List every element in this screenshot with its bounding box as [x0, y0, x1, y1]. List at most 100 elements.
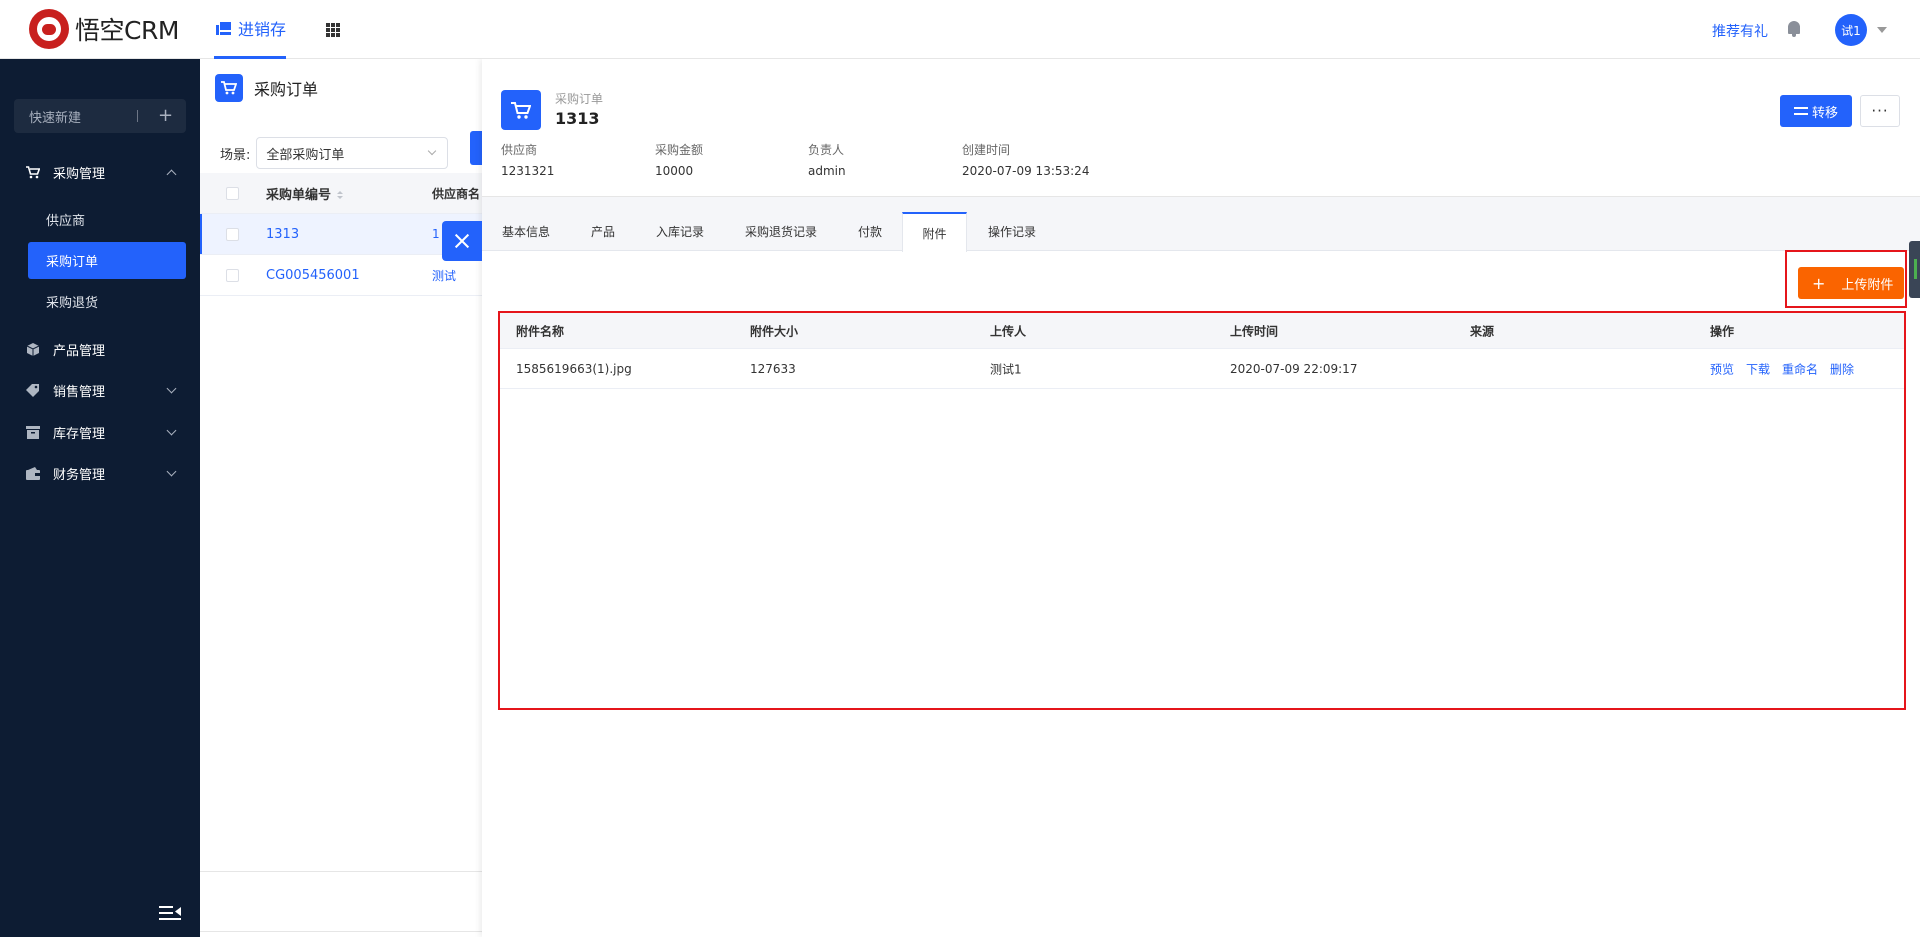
- logo[interactable]: 悟空CRM: [29, 9, 179, 49]
- sidebar-group-label: 产品管理: [53, 343, 106, 359]
- sidebar-group-label: 采购管理: [53, 166, 106, 182]
- table-header-row: 采购单编号 供应商名: [200, 173, 482, 214]
- meta-value: 10000: [655, 164, 694, 178]
- sidebar-item-purchase-return[interactable]: 采购退货: [28, 283, 186, 320]
- tab-products[interactable]: 产品: [591, 212, 615, 251]
- rename-link[interactable]: 重命名: [1782, 360, 1818, 377]
- chevron-down-icon: [166, 383, 177, 394]
- table-row[interactable]: 1313 1: [200, 214, 482, 255]
- table-row: 1585619663(1).jpg 127633 测试1 2020-07-09 …: [498, 349, 1906, 389]
- collapse-menu-icon[interactable]: [159, 906, 181, 920]
- detail-drawer: 采购订单 1313 转移 ··· 供应商 1231321 采购金额 10000 …: [482, 59, 1920, 937]
- attachment-uploader: 测试1: [990, 362, 1022, 376]
- attachment-name: 1585619663(1).jpg: [516, 361, 632, 376]
- more-button[interactable]: ···: [1860, 95, 1900, 127]
- bell-icon[interactable]: [1786, 20, 1802, 38]
- attachment-table: 附件名称 附件大小 上传人 上传时间 来源 操作 1585619663(1).j…: [498, 313, 1906, 389]
- attachment-size: 127633: [750, 361, 796, 376]
- quick-new-button[interactable]: 快速新建 +: [14, 99, 186, 133]
- detail-tabs: 基本信息 产品 入库记录 采购退货记录 付款 附件 操作记录: [482, 212, 1920, 252]
- upload-attachment-button[interactable]: + 上传附件: [1798, 267, 1904, 299]
- logo-text: 悟空CRM: [75, 16, 179, 45]
- meta-created-time: 创建时间 2020-07-09 13:53:24: [962, 141, 1089, 178]
- column-header-upload-time: 上传时间: [1230, 324, 1279, 338]
- sidebar-group-label: 库存管理: [53, 426, 106, 442]
- scene-label: 场景:: [220, 147, 251, 163]
- sidebar-group-inventory[interactable]: 库存管理: [0, 412, 200, 452]
- column-header-actions: 操作: [1710, 324, 1735, 338]
- chevron-down-icon: [166, 425, 177, 436]
- tab-basic-info[interactable]: 基本信息: [502, 212, 550, 251]
- column-header-source: 来源: [1470, 324, 1495, 338]
- record-type-label: 采购订单: [555, 92, 604, 106]
- chevron-down-icon: [166, 466, 177, 477]
- table-row[interactable]: CG005456001 测试: [200, 255, 482, 296]
- page-title: 采购订单: [254, 80, 319, 99]
- sidebar-group-purchase[interactable]: 采购管理: [0, 152, 200, 192]
- side-scroll-handle[interactable]: [1909, 241, 1920, 298]
- sort-icon[interactable]: [337, 190, 344, 200]
- sidebar-group-product[interactable]: 产品管理: [0, 329, 200, 369]
- sidebar-item-supplier[interactable]: 供应商: [28, 201, 186, 238]
- select-all-checkbox[interactable]: [226, 187, 239, 200]
- meta-key: 创建时间: [962, 143, 1011, 157]
- apps-grid-icon[interactable]: [326, 23, 340, 37]
- list-panel: 采购订单 场景: 全部采购订单 采购单编号 供应商名 1313 1 CG0054…: [200, 59, 484, 937]
- order-code-link[interactable]: CG005456001: [266, 268, 360, 283]
- tab-return-records[interactable]: 采购退货记录: [745, 212, 817, 251]
- meta-key: 采购金额: [655, 143, 704, 157]
- scene-filter: 场景: 全部采购订单: [220, 137, 449, 169]
- delete-link[interactable]: 删除: [1830, 360, 1854, 377]
- monkey-logo-icon: [29, 9, 69, 49]
- tag-icon: [26, 383, 40, 397]
- sidebar-group-finance[interactable]: 财务管理: [0, 453, 200, 493]
- list-header: 采购订单: [215, 74, 318, 102]
- sidebar-group-sales[interactable]: 销售管理: [0, 370, 200, 410]
- wallet-icon: [26, 466, 40, 480]
- tab-attachments[interactable]: 附件: [902, 212, 967, 252]
- avatar[interactable]: 试1: [1835, 14, 1867, 46]
- meta-value: 1231321: [501, 164, 555, 178]
- meta-value: 2020-07-09 13:53:24: [962, 164, 1090, 178]
- column-header-code[interactable]: 采购单编号: [266, 184, 344, 203]
- meta-amount: 采购金额 10000: [655, 141, 703, 178]
- preview-link[interactable]: 预览: [1710, 360, 1734, 377]
- top-bar: 悟空CRM 进销存 推荐有礼 试1: [0, 0, 1920, 59]
- sidebar-item-purchase-order[interactable]: 采购订单: [28, 242, 186, 279]
- download-link[interactable]: 下载: [1746, 360, 1770, 377]
- recommend-link[interactable]: 推荐有礼: [1712, 21, 1768, 41]
- tab-inbound-records[interactable]: 入库记录: [656, 212, 704, 251]
- divider: [482, 196, 1920, 212]
- divider: [137, 110, 138, 122]
- close-drawer-button[interactable]: [442, 221, 482, 261]
- record-title: 1313: [555, 109, 600, 128]
- plus-icon: +: [1812, 273, 1826, 293]
- nav-module-inventory[interactable]: 进销存: [214, 0, 286, 59]
- meta-owner: 负责人 admin: [808, 141, 846, 178]
- cart-icon: [26, 165, 41, 179]
- transfer-button[interactable]: 转移: [1780, 95, 1852, 127]
- chevron-up-icon: [166, 169, 177, 180]
- order-code-link[interactable]: 1313: [266, 227, 299, 242]
- warehouse-icon: [26, 425, 40, 439]
- supplier-link[interactable]: 测试: [432, 267, 482, 284]
- cube-icon: [26, 342, 40, 356]
- horizontal-scrollbar[interactable]: [200, 931, 482, 932]
- divider: [200, 871, 482, 872]
- tab-payment[interactable]: 付款: [858, 212, 882, 251]
- row-checkbox[interactable]: [226, 269, 239, 282]
- plus-icon: +: [158, 105, 174, 126]
- caret-down-icon[interactable]: [1877, 27, 1887, 33]
- cart-icon: [501, 90, 541, 130]
- upload-attachment-label: 上传附件: [1841, 277, 1894, 293]
- chevron-down-icon: [428, 146, 437, 156]
- quick-new-label: 快速新建: [29, 110, 82, 126]
- meta-value: admin: [808, 164, 846, 178]
- scene-select[interactable]: 全部采购订单: [256, 137, 449, 169]
- column-header-supplier[interactable]: 供应商名: [432, 185, 482, 202]
- column-header-size: 附件大小: [750, 324, 799, 338]
- tab-operation-log[interactable]: 操作记录: [988, 212, 1036, 251]
- attachment-actions: 预览 下载 重命名 删除: [1710, 360, 1854, 377]
- row-checkbox[interactable]: [226, 228, 239, 241]
- inventory-icon: [216, 21, 231, 35]
